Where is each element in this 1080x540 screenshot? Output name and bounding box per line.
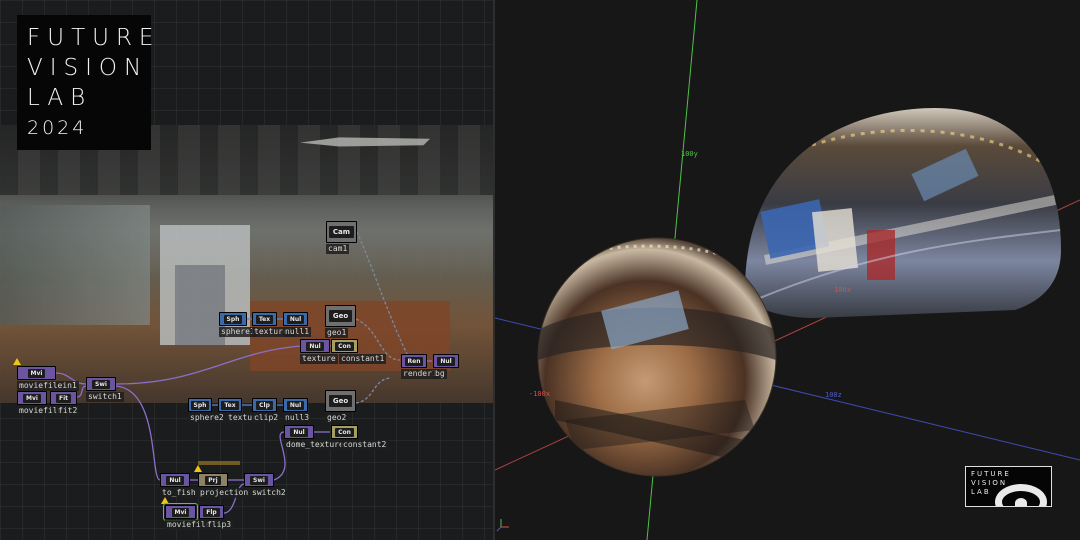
axis-label-x-neg: -100x bbox=[529, 390, 551, 398]
node-bg-label: bg bbox=[433, 369, 447, 379]
warning-icon bbox=[161, 497, 169, 504]
viewport-logo-line-3: LAB bbox=[971, 488, 991, 496]
node-constant1-tile[interactable]: Con bbox=[331, 339, 358, 353]
node-flip-label: flip3 bbox=[205, 520, 234, 530]
warning-icon bbox=[194, 465, 202, 472]
sphere-mesh bbox=[538, 238, 776, 476]
logo-line-3: LAB bbox=[27, 85, 93, 111]
node-moviefilein2-tag: Mvi bbox=[23, 393, 41, 403]
node-to-fish-tag: Nul bbox=[166, 475, 184, 485]
node-null1-tag: Nul bbox=[286, 314, 305, 324]
node-sphere2-tile[interactable]: Sph bbox=[188, 398, 212, 412]
node-moviefilein1-label: moviefilein1 bbox=[17, 381, 79, 391]
node-to-fish-tile[interactable]: Nul bbox=[160, 473, 190, 487]
node-bg-tag: Nul bbox=[437, 356, 455, 366]
node-geo2-tile[interactable]: Geo bbox=[325, 390, 356, 412]
node-fit2-tile[interactable]: Fit bbox=[50, 391, 77, 405]
node-clip2-label: clip2 bbox=[252, 413, 281, 423]
node-geo1-label: geo1 bbox=[325, 328, 349, 338]
node-geo1-tile[interactable]: Geo bbox=[325, 305, 356, 327]
node-projection-tile[interactable]: Prj bbox=[198, 473, 228, 487]
node-constant2-label: constant2 bbox=[341, 440, 389, 450]
viewport-logo-line-2: VISION bbox=[971, 479, 1008, 487]
node-geo1-tag: Geo bbox=[328, 310, 353, 322]
node-texture1-tile[interactable]: Tex bbox=[252, 312, 277, 326]
node-geo2-tag: Geo bbox=[328, 395, 353, 407]
node-cam1-tag: Cam bbox=[328, 226, 355, 238]
node-geo2-label: geo2 bbox=[325, 413, 349, 423]
node-switch2-tag: Swi bbox=[250, 475, 268, 485]
node-constant2-tile[interactable]: Con bbox=[331, 425, 358, 439]
network-editor[interactable]: FUTURE VISION LAB 2024 Cam cam1 Sph sphe… bbox=[0, 0, 494, 540]
node-texture2-tile[interactable]: Tex bbox=[218, 398, 242, 412]
node-texture1-tag: Tex bbox=[255, 314, 274, 324]
node-switch1-tag: Swi bbox=[92, 379, 110, 389]
node-clip2-tag: Clp bbox=[256, 400, 273, 410]
node-flip-tag: Flp bbox=[203, 507, 220, 517]
node-sphere2-tag: Sph bbox=[190, 400, 210, 410]
node-sphere2-label: sphere2 bbox=[188, 413, 226, 423]
node-null1-tile[interactable]: Nul bbox=[283, 312, 308, 326]
3d-viewport[interactable]: 100y 100x -100x 100z FUTURE VISION LAB bbox=[495, 0, 1080, 540]
dome-mesh bbox=[745, 108, 1061, 318]
viewport-scene bbox=[495, 0, 1080, 540]
node-clip2-tile[interactable]: Clp bbox=[252, 398, 277, 412]
node-switch2-tile[interactable]: Swi bbox=[244, 473, 274, 487]
node-texture2-tag: Tex bbox=[221, 400, 239, 410]
node-moviefilein1-tile[interactable]: Mvi bbox=[17, 366, 56, 380]
node-sphere1-tag: Sph bbox=[223, 314, 243, 324]
node-fit2-label: fit2 bbox=[56, 406, 80, 416]
axis-label-z: 100z bbox=[825, 391, 842, 399]
axis-label-y: 100y bbox=[681, 150, 698, 158]
node-moviefilein3-tag: Mvi bbox=[171, 507, 190, 517]
node-fit2-tag: Fit bbox=[55, 393, 72, 403]
node-texture-null-label: texture bbox=[300, 354, 338, 364]
node-dome-texture-tag: Nul bbox=[290, 427, 308, 437]
preview-glass-wall bbox=[0, 205, 150, 325]
eye-pupil-icon bbox=[1015, 498, 1027, 506]
node-switch1-label: switch1 bbox=[86, 392, 124, 402]
node-texture-null-tile[interactable]: Nul bbox=[300, 339, 330, 353]
node-moviefilein1-tag: Mvi bbox=[27, 368, 46, 378]
node-dome-texture-tile[interactable]: Nul bbox=[284, 425, 314, 439]
node-constant1-tag: Con bbox=[335, 341, 354, 351]
node-null1-label: null1 bbox=[283, 327, 312, 337]
node-dome-texture-label: dome_texture bbox=[284, 440, 346, 450]
node-projection-label: projection bbox=[198, 488, 251, 498]
axis-label-x-pos: 100x bbox=[834, 286, 851, 294]
node-null3-tile[interactable]: Nul bbox=[283, 398, 308, 412]
logo-line-1: FUTURE bbox=[27, 25, 161, 51]
warning-icon bbox=[13, 358, 21, 365]
node-flip-tile[interactable]: Flp bbox=[199, 505, 224, 519]
viewport-logo: FUTURE VISION LAB bbox=[965, 466, 1052, 507]
node-render-tag: Ren bbox=[404, 356, 424, 366]
node-texture-null-tag: Nul bbox=[306, 341, 324, 351]
viewport-logo-line-1: FUTURE bbox=[971, 470, 1011, 478]
preview-shelf bbox=[175, 265, 225, 345]
node-moviefilein3-tile[interactable]: Mvi bbox=[163, 503, 198, 521]
node-constant1-label: constant1 bbox=[339, 354, 387, 364]
future-vision-lab-logo: FUTURE VISION LAB 2024 bbox=[17, 15, 161, 150]
logo-line-2: VISION bbox=[27, 55, 149, 81]
axis-gizmo bbox=[496, 519, 509, 532]
node-moviefilein2-tile[interactable]: Mvi bbox=[17, 391, 47, 405]
node-switch2-label: switch2 bbox=[250, 488, 288, 498]
node-sphere1-tile[interactable]: Sph bbox=[219, 312, 247, 326]
logo-year: 2024 bbox=[27, 117, 88, 139]
node-cam1-tile[interactable]: Cam bbox=[326, 221, 357, 243]
node-bg-tile[interactable]: Nul bbox=[433, 354, 459, 368]
node-cam1-label: cam1 bbox=[326, 244, 350, 254]
node-null3-tag: Nul bbox=[286, 400, 305, 410]
node-render-tile[interactable]: Ren bbox=[401, 354, 427, 368]
node-info-strip bbox=[198, 461, 240, 465]
node-projection-tag: Prj bbox=[205, 475, 221, 485]
node-null3-label: null3 bbox=[283, 413, 312, 423]
node-constant2-tag: Con bbox=[335, 427, 354, 437]
node-switch1-tile[interactable]: Swi bbox=[86, 377, 116, 391]
